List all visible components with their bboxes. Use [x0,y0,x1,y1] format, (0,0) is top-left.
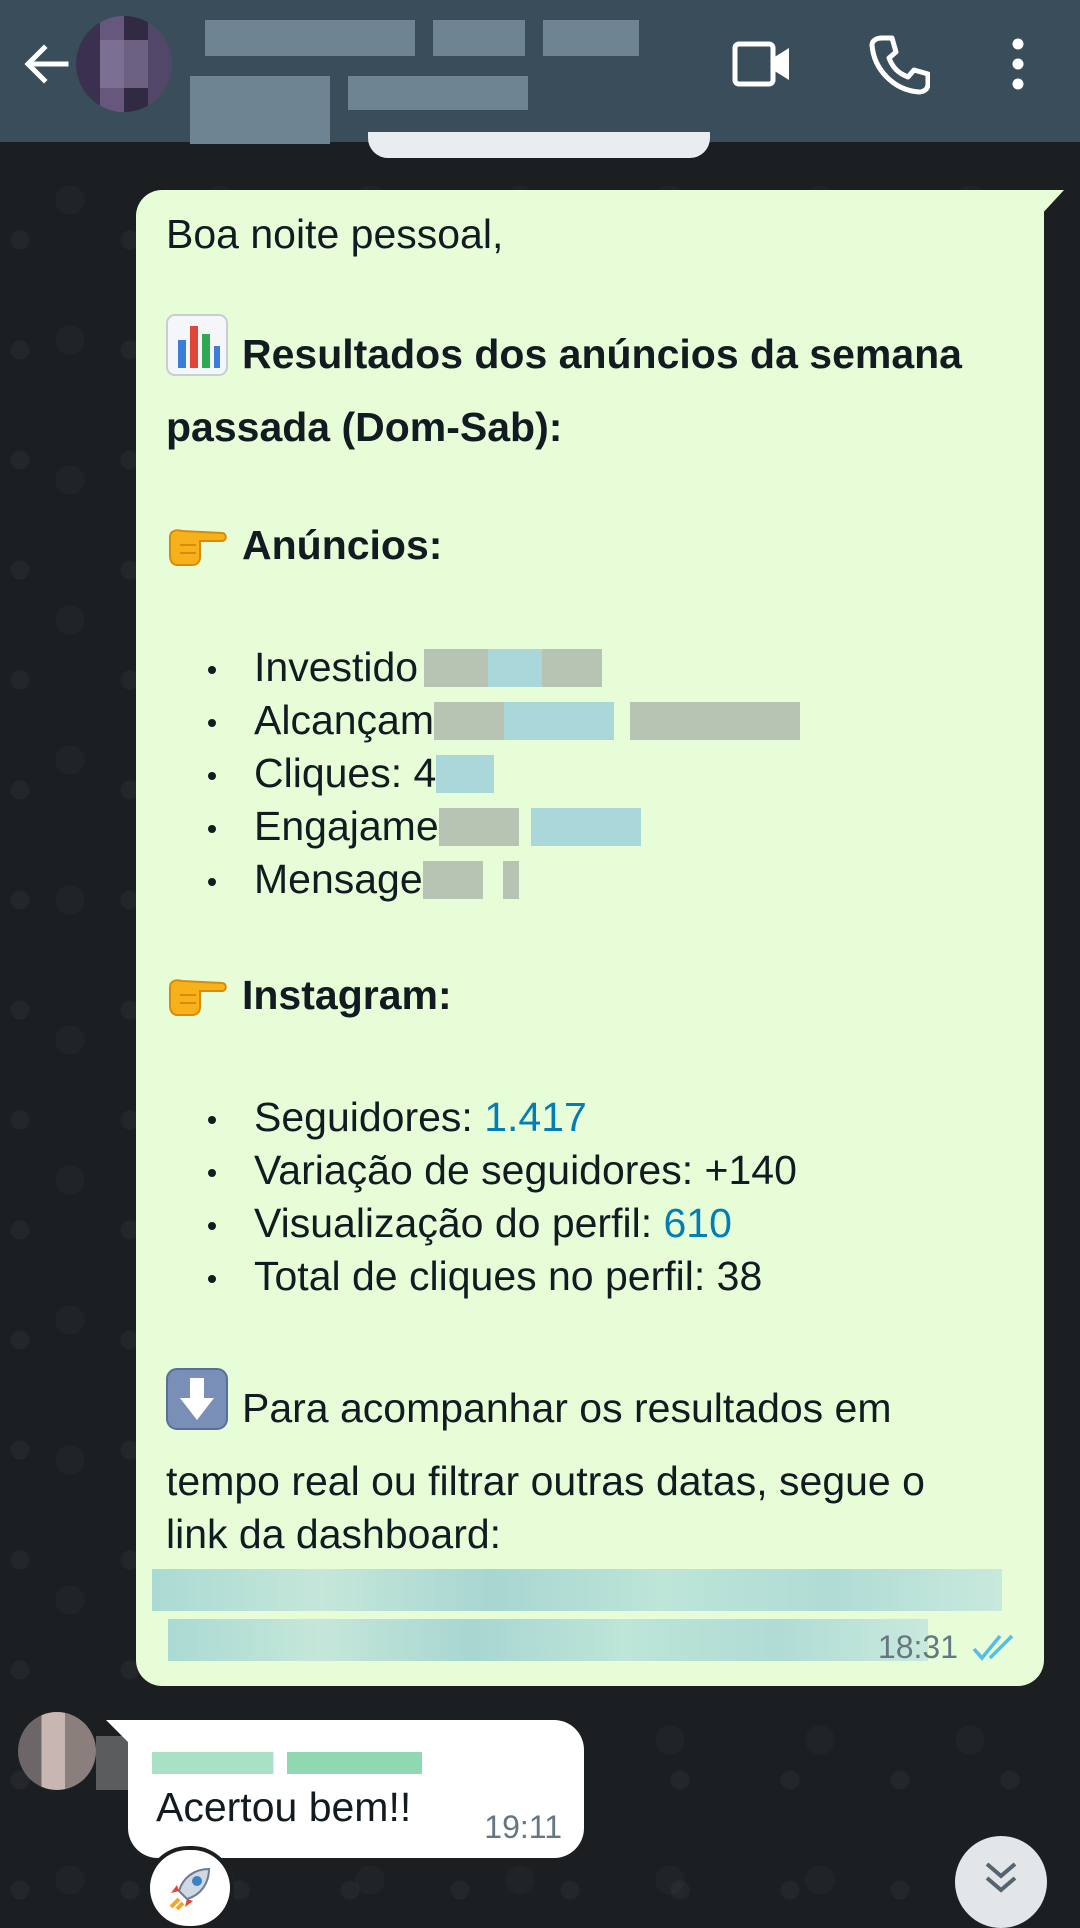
instagram-section-title: Instagram: [166,969,1014,1030]
list-item: Investido [208,641,1014,694]
reaction-badge[interactable] [150,1850,230,1926]
sender-avatar[interactable] [18,1712,96,1790]
dashboard-line-3: link da dashboard: [166,1511,502,1557]
results-heading: Resultados dos anúncios da semana [166,314,1014,389]
ads-list: Investido Alcançam Cliques: 4 Engajame M… [166,641,1014,906]
list-item: Alcançam [208,694,1014,747]
more-vert-icon [1012,38,1024,90]
date-chip [368,132,710,158]
redacted-value [424,649,489,687]
video-call-icon [732,41,789,87]
bar-chart-icon [166,314,228,389]
back-button[interactable] [18,36,74,92]
dashboard-line-1: Para acompanhar os resultados em [166,1368,1014,1443]
phone-icon [869,35,931,95]
instagram-list: Seguidores: 1.417 Variação de seguidores… [166,1091,1014,1303]
heading-line-2: passada (Dom-Sab): [166,404,563,450]
redacted-value [422,861,483,899]
greeting-text: Boa noite pessoal, [166,211,504,257]
incoming-message-time: 19:11 [484,1809,562,1845]
redacted-value [436,755,495,793]
redacted-value [438,808,519,846]
phone-link[interactable]: 610 [663,1200,731,1246]
pointing-hand-icon [166,523,228,580]
list-item: Visualização do perfil: 610 [208,1197,1014,1250]
down-arrow-icon [166,1368,228,1443]
dashboard-line-2: tempo real ou filtrar outras datas, segu… [166,1458,925,1504]
rocket-icon [169,1867,211,1911]
heading-line-1: Resultados dos anúncios da semana [242,331,962,377]
message-time: 18:31 [877,1629,958,1665]
voice-call-button[interactable] [868,34,931,96]
back-arrow-icon [24,44,69,84]
more-options-button[interactable] [1000,36,1036,92]
outgoing-message[interactable]: Boa noite pessoal, Resultados dos anúnci… [136,190,1044,1686]
sender-name-redacted[interactable] [152,1752,422,1774]
ads-section-label: Anúncios: [242,522,443,568]
list-item: Engajame [208,800,1014,853]
double-chevron-down-icon [985,1862,1017,1893]
sender-avatar-redacted [96,1736,132,1790]
video-call-button[interactable] [732,36,792,92]
incoming-bubble-tail [106,1720,130,1744]
message-meta: 18:31 [878,1621,1020,1674]
list-item: Cliques: 4 [208,747,1014,800]
instagram-section-label: Instagram: [242,972,452,1018]
list-item: Mensage [208,853,1014,906]
list-item: Seguidores: 1.417 [208,1091,1014,1144]
ads-section-title: Anúncios: [166,519,1014,580]
contact-avatar[interactable] [76,16,172,112]
list-item: Total de cliques no perfil: 38 [208,1250,1014,1303]
redacted-url [152,1569,1002,1611]
incoming-message-text: Acertou bem!! [156,1784,412,1830]
chat-header [0,0,1080,144]
contact-name-redacted[interactable] [205,20,685,56]
redacted-value [434,702,505,740]
phone-link[interactable]: 1.417 [484,1094,587,1140]
incoming-message[interactable]: Acertou bem!! 19:11 [128,1720,584,1858]
scroll-to-bottom-button[interactable] [955,1836,1047,1928]
pointing-hand-icon [166,973,228,1030]
list-item: Variação de seguidores: +140 [208,1144,1014,1197]
double-check-icon [972,1634,1014,1661]
contact-status-redacted [190,76,700,144]
